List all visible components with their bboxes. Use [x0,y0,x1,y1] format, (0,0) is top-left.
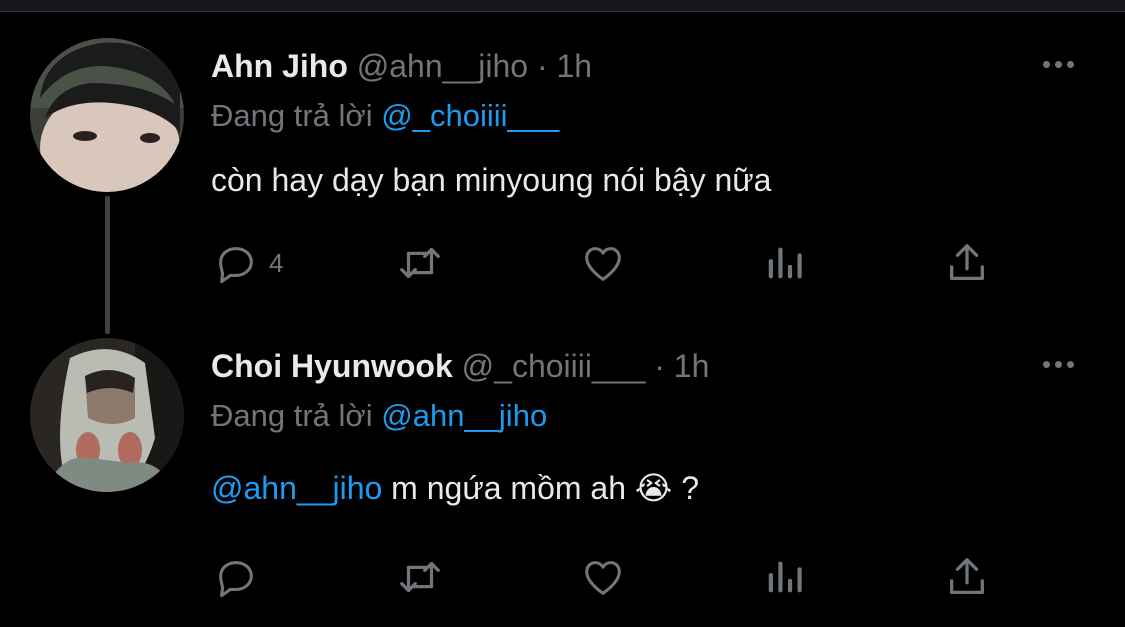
text-content: m ngứa mồm ah [382,470,635,506]
reply-button[interactable] [213,552,269,602]
timestamp[interactable]: 1h [674,348,710,384]
heart-icon [585,561,621,595]
reply-icon [219,561,253,598]
share-icon [950,244,984,280]
tweet-header: Choi Hyunwook @_choiiii___ · 1h [211,346,709,386]
views-button[interactable] [763,238,809,288]
text-end: ? [672,470,699,506]
retweet-icon [400,561,440,593]
share-button[interactable] [944,552,990,602]
heart-icon [585,247,621,281]
timestamp[interactable]: 1h [556,48,592,84]
top-border [0,0,1125,12]
share-button[interactable] [944,238,990,288]
emoji-loudly-crying: 😭 [634,470,673,506]
reply-count: 4 [269,247,284,278]
avatar[interactable] [30,338,184,492]
display-name[interactable]: Ahn Jiho [211,48,348,84]
tweet-text: còn hay dạy bạn minyoung nói bậy nữa [211,162,772,198]
separator-dot: · [536,48,548,84]
like-button[interactable] [580,552,626,602]
replying-to: Đang trả lời @_choiiii___ [211,96,559,136]
more-icon[interactable] [1043,361,1074,368]
share-icon [950,558,984,594]
reply-mention-link[interactable]: @ahn__jiho [381,398,547,433]
more-icon[interactable] [1043,61,1074,68]
username[interactable]: @_choiiii___ [462,348,646,384]
replying-to: Đang trả lời @ahn__jiho [211,396,547,436]
tweet-header: Ahn Jiho @ahn__jiho · 1h [211,46,592,86]
display-name[interactable]: Choi Hyunwook [211,348,453,384]
reply-prefix: Đang trả lời [211,398,373,433]
retweet-icon [400,247,440,279]
like-button[interactable] [580,238,626,288]
views-icon [768,247,802,279]
views-icon [768,561,802,593]
text-mention-link[interactable]: @ahn__jiho [211,470,382,506]
views-button[interactable] [763,552,809,602]
action-bar [0,552,1125,602]
tweet-text: @ahn__jiho m ngứa mồm ah 😭 ? [211,467,699,509]
action-bar: 4 [0,238,1125,288]
retweet-button[interactable] [397,238,443,288]
avatar[interactable] [30,38,184,192]
retweet-button[interactable] [397,552,443,602]
reply-icon [219,247,253,284]
reply-button[interactable]: 4 [213,238,283,288]
reply-prefix: Đang trả lời [211,98,373,133]
username[interactable]: @ahn__jiho [357,48,528,84]
separator-dot: · [654,348,665,384]
reply-mention-link[interactable]: @_choiiii___ [381,98,559,133]
